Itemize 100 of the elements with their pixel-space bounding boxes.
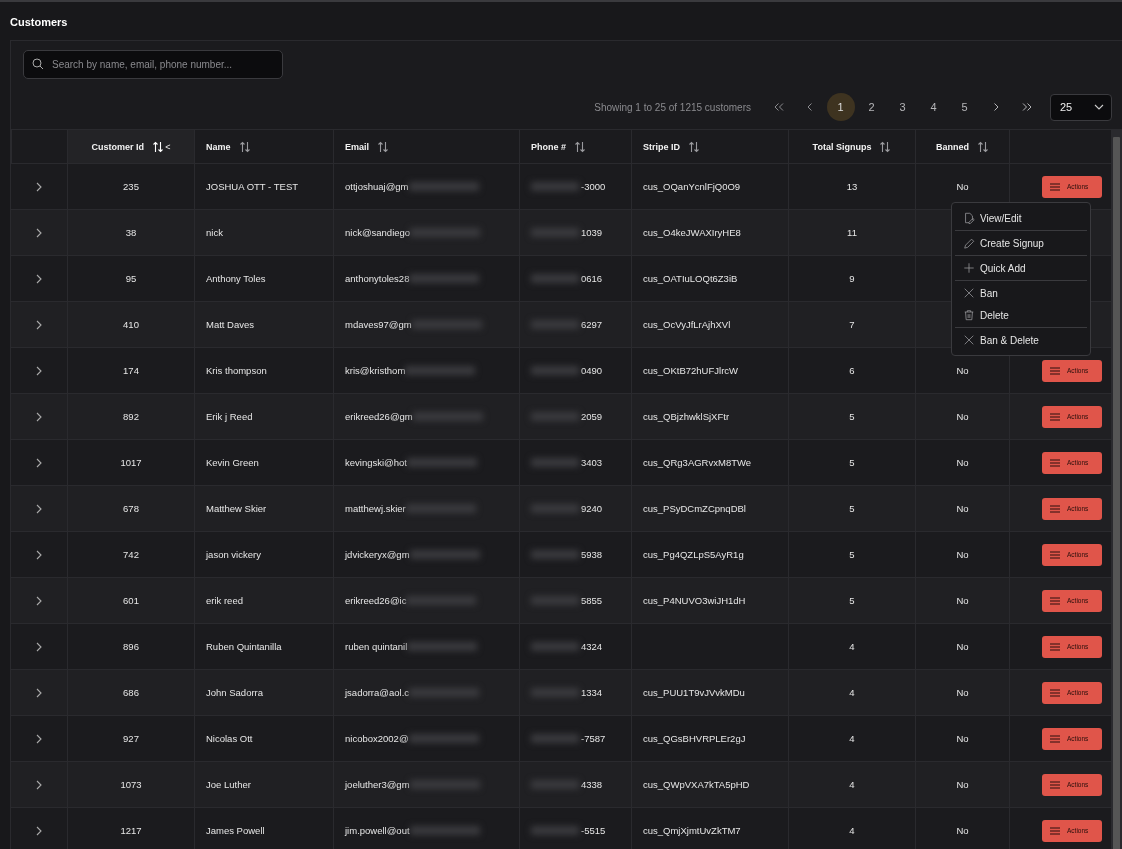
menu-icon [1050, 596, 1060, 605]
table-cell: cus_OKtB72hUFJlrcW [643, 365, 739, 376]
chevron-left-icon [805, 102, 814, 112]
menu-item[interactable]: Ban & Delete [955, 329, 1087, 351]
table-cell: James Powell [194, 808, 333, 849]
chevron-icon[interactable] [36, 273, 42, 284]
menu-item-icon [963, 309, 975, 321]
table-cell: No [956, 687, 969, 698]
blurred-text [405, 366, 476, 375]
table-cell: No [956, 457, 969, 468]
page-button[interactable]: 3 [888, 93, 917, 121]
table-cell: 2059 [581, 411, 603, 422]
table-cell: cus_QmjXjmtUvZkTM7 [643, 825, 741, 836]
page-button[interactable]: 5 [950, 93, 979, 121]
chevron-icon[interactable] [36, 779, 42, 790]
table-cell: No [956, 641, 969, 652]
menu-item[interactable]: Delete [955, 304, 1087, 326]
chevron-icon[interactable] [36, 503, 42, 514]
table-cell: 0490 [581, 365, 603, 376]
table-cell: cus_QRg3AGRvxM8TWe [643, 457, 752, 468]
chevron-icon[interactable] [36, 549, 42, 560]
menu-icon [1050, 182, 1060, 191]
table-cell: -3000 [581, 181, 606, 192]
table-cell: No [956, 779, 969, 790]
sort-icon[interactable] [238, 140, 251, 153]
chevron-icon[interactable] [36, 595, 42, 606]
sort-icon[interactable] [879, 140, 892, 153]
menu-item-icon [963, 212, 975, 224]
table-cell: cus_PSyDCmZCpnqDBl [643, 503, 746, 514]
chevron-icon[interactable] [36, 365, 42, 376]
chevron-icon[interactable] [36, 181, 42, 192]
blurred-text [408, 182, 479, 191]
chevron-icon[interactable] [36, 825, 42, 836]
table-cell: cus_PUU1T9vJVvkMDu [643, 687, 745, 698]
menu-item[interactable]: Ban [955, 282, 1087, 304]
blurred-text [409, 274, 480, 283]
menu-item[interactable]: Quick Add [955, 257, 1087, 279]
page-size-select[interactable]: 25 [1050, 93, 1112, 121]
sort-icon[interactable] [377, 140, 389, 153]
chevron-down-icon [1094, 104, 1104, 110]
table-cell: 5855 [581, 595, 603, 606]
page-button[interactable]: 4 [919, 93, 948, 121]
table-cell: erikreed26@ic [345, 595, 407, 606]
table-cell: mdaves97@gm [345, 319, 412, 330]
table-cell: No [956, 595, 969, 606]
table-cell: No [956, 181, 969, 192]
table-cell: 5938 [581, 549, 603, 560]
table-cell: cus_OQanYcnlFjQ0O9 [643, 181, 741, 192]
sort-icon[interactable] [688, 140, 700, 153]
table-cell: joeluther3@gm [345, 779, 410, 790]
chevron-icon[interactable] [36, 641, 42, 652]
chevron-icon[interactable] [36, 733, 42, 744]
menu-icon [1050, 688, 1060, 697]
table-cell: 1039 [581, 227, 603, 238]
blurred-text [408, 734, 479, 743]
table-cell: No [956, 365, 969, 376]
blurred-text [406, 458, 477, 467]
chevron-icon[interactable] [36, 411, 42, 422]
menu-item-icon [963, 262, 975, 274]
sort-icon[interactable] [574, 140, 586, 153]
search-field[interactable]: Search by name, email, phone number... [23, 50, 283, 79]
table-cell: 4 [788, 808, 915, 849]
page-button[interactable]: 2 [857, 93, 886, 121]
menu-item-icon [963, 287, 975, 299]
chevron-icon[interactable] [36, 457, 42, 468]
table-cell: No [956, 411, 969, 422]
page-title: Customers [9, 15, 69, 30]
table-cell: cus_QBjzhwklSjXFtr [643, 411, 730, 422]
table-cell: kris@kristhom [345, 365, 406, 376]
blurred-text [407, 642, 478, 651]
page-button[interactable]: 1 [826, 93, 855, 121]
chevron-icon[interactable] [36, 319, 42, 330]
menu-icon [1050, 458, 1060, 467]
column-header[interactable]: Customer Id < [67, 130, 194, 163]
menu-item[interactable]: Create Signup [955, 232, 1087, 254]
table-cell: cus_QGsBHVRPLEr2gJ [643, 733, 746, 744]
double-chevron-right-icon [1020, 102, 1033, 112]
table-cell: 3403 [581, 457, 603, 468]
table-cell: 6297 [581, 319, 603, 330]
table-cell: ruben quintanil [345, 641, 408, 652]
chevron-icon[interactable] [36, 687, 42, 698]
table-cell: -5515 [581, 825, 606, 836]
table-cell: -7587 [581, 733, 606, 744]
menu-icon [1050, 780, 1060, 789]
menu-icon [1050, 642, 1060, 651]
sort-icon[interactable] [977, 140, 989, 153]
menu-item[interactable]: View/Edit [955, 207, 1087, 229]
menu-icon [1050, 826, 1060, 835]
table-cell: 9240 [581, 503, 603, 514]
menu-icon [1050, 412, 1060, 421]
table-cell: jsadorra@aol.c [345, 687, 410, 698]
table-cell: kevingski@hot [345, 457, 407, 468]
table-cell: jdvickeryx@gm [345, 549, 410, 560]
table-cell: ottjoshuaj@gm [345, 181, 409, 192]
chevron-icon[interactable] [36, 227, 42, 238]
table-cell: 4324 [581, 641, 603, 652]
table-cell: anthonytoles28 [345, 273, 410, 284]
table-cell: No [956, 733, 969, 744]
scrollbar[interactable] [1111, 129, 1122, 849]
table-cell: matthewj.skier [345, 503, 406, 514]
